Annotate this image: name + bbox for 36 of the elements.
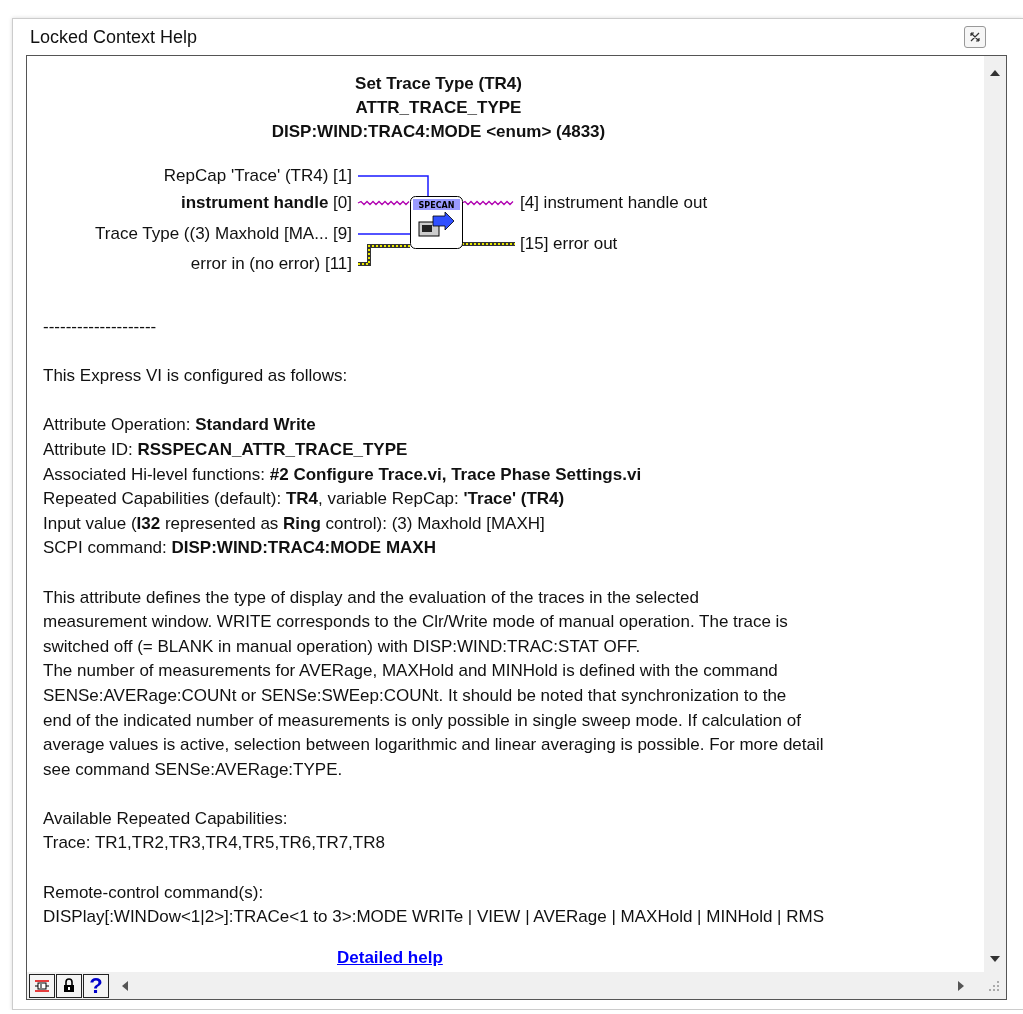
wire <box>357 175 429 197</box>
instrument-icon <box>418 211 455 237</box>
help-paragraph: Attribute Operation: Standard Write Attribute ID: RSSPECAN_ATTR_TRACE_TYPE Associated Hi-level functions: #2 Configure Trace.vi, Trace Phase Settings.vi Repeated Capabilities (default): TR4, variable RepCap: 'Trace' (TR4) Input value (I32 represented as Ring control): (3) Maxhold [MAXH] SCPI command: DISP:WIND:TRAC4:MODE MAXH <box>43 414 643 560</box>
help-paragraph: This Express VI is configured as follows: <box>43 365 349 388</box>
help-paragraph: Available Repeated Capabilities: Trace: TR1,TR2,TR3,TR4,TR5,TR6,TR7,TR8 <box>43 807 386 855</box>
help-button[interactable]: ? <box>83 973 109 998</box>
lock-button[interactable] <box>56 973 82 998</box>
window-title: Locked Context Help <box>30 26 199 48</box>
terminal-label: [4] instrument handle out <box>520 192 708 214</box>
close-button[interactable] <box>964 26 986 48</box>
help-paragraph: Remote-control command(s): DISPlay[:WINDow<1|2>]:TRACe<1 to 3>:MODE WRITe | VIEW | AVERage | MAXHold | MINHold | RMS <box>43 881 826 929</box>
resize-grip-icon[interactable] <box>988 979 1000 992</box>
scroll-down-icon[interactable] <box>990 956 1000 962</box>
terminal-label: Trace Type ((3) Maxhold [MA... [9] <box>94 223 352 245</box>
terminal-label: [15] error out <box>520 233 618 255</box>
terminal-label: error in (no error) [11] <box>189 253 352 275</box>
wire <box>357 200 410 206</box>
show-diagram-button[interactable] <box>29 973 55 998</box>
wire <box>357 233 411 235</box>
terminal-label: instrument handle [0] <box>180 192 352 214</box>
scroll-left-icon[interactable] <box>122 980 128 991</box>
vertical-scrollbar[interactable] <box>984 56 1006 972</box>
help-heading: Set Trace Type (TR4) <box>354 73 523 95</box>
wire <box>461 200 514 206</box>
terminal-label: RepCap 'Trace' (TR4) [1] <box>162 165 352 187</box>
lock-icon <box>63 978 75 993</box>
node-label: SPECAN <box>418 201 455 210</box>
wire <box>357 244 411 266</box>
scroll-up-icon[interactable] <box>990 70 1000 76</box>
help-heading: DISP:WIND:TRAC4:MODE <enum> (4833) <box>270 121 607 143</box>
detailed-help-link[interactable]: Detailed help <box>337 947 443 967</box>
help-heading: ATTR_TRACE_TYPE <box>354 97 523 119</box>
help-paragraph: -------------------- <box>43 316 158 338</box>
wire <box>461 242 516 246</box>
help-paragraph: This attribute defines the type of display and the evaluation of the traces in the selected measurement window. WRITE corresponds to the Clr/Write mode of manual operation. The trace is switched off (= BLANK in manual operation) with DISP:WIND:TRAC:STAT OFF. The number of measurements for AVERage, MAXHold and MINHold is defined with the command SENSe:AVERage:COUNt or SENSe:SWEep:COUNt. It should be noted that synchronization to the end of the indicated number of measurements is only possible in single sweep mode. If calculation of average values is active, selection between logarithmic and linear averaging is possible. For more detail see command SENSe:AVERage:TYPE. <box>43 586 825 781</box>
scroll-right-icon[interactable] <box>958 980 964 991</box>
